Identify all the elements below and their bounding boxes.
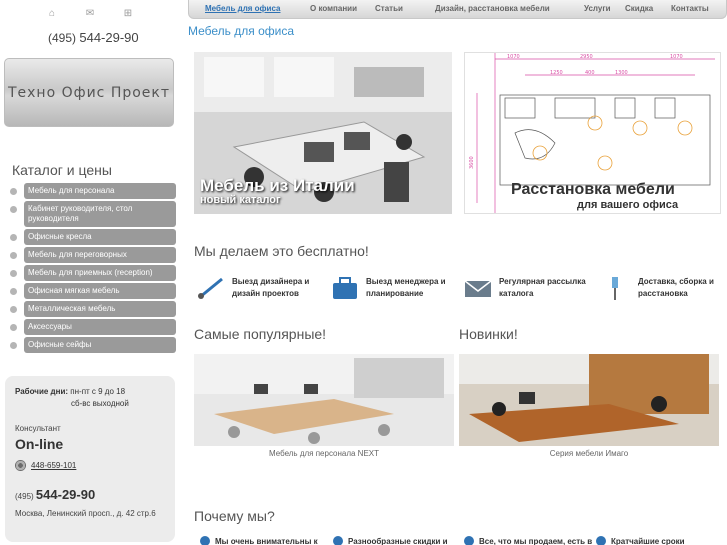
catalog-menu-item[interactable]: Офисная мягкая мебель xyxy=(10,283,176,299)
nav-design[interactable]: Дизайн, расстановка мебели xyxy=(435,4,550,13)
plan-dimension: 2950 xyxy=(580,54,593,60)
service-mailing[interactable]: Регулярная рассылка каталога xyxy=(463,275,588,301)
bullet-icon xyxy=(10,206,17,213)
catalog-menu-item[interactable]: Аксессуары xyxy=(10,319,176,335)
plan-dimension: 400 xyxy=(585,70,595,76)
nav-articles[interactable]: Статьи xyxy=(375,4,403,13)
nav-about[interactable]: О компании xyxy=(310,4,357,13)
italy-catalog-banner[interactable]: Мебель из Италии новый каталог xyxy=(194,52,452,214)
top-icons: ⌂ ✉ ⊞ xyxy=(46,8,134,20)
novelties-caption: Серия мебели Имаго xyxy=(549,449,629,458)
nav-services[interactable]: Услуги xyxy=(584,4,611,13)
catalog-menu-item[interactable]: Мебель для переговорных xyxy=(10,247,176,263)
contact-info-box: Рабочие дни: пн-пт с 9 до 18 сб-вс выход… xyxy=(5,376,175,542)
screwdriver-icon xyxy=(612,277,618,300)
catalog-menu: Мебель для персонала Кабинет руководител… xyxy=(10,183,176,355)
icq-contact[interactable]: 448-659-101 xyxy=(15,460,76,471)
briefcase-icon xyxy=(333,277,357,299)
working-hours: Рабочие дни: пн-пт с 9 до 18 сб-вс выход… xyxy=(15,386,129,410)
popular-caption: Мебель для персонала NEXT xyxy=(268,449,380,458)
page-title: Мебель для офиса xyxy=(188,24,295,38)
catalog-menu-item[interactable]: Офисные кресла xyxy=(10,229,176,245)
phone-number: 544-29-90 xyxy=(79,30,139,45)
why-item: Мы очень внимательны к xyxy=(200,536,318,545)
bullet-icon xyxy=(10,270,17,277)
bullet-icon xyxy=(10,234,17,241)
banner-subtitle: новый каталог xyxy=(200,194,281,206)
catalog-menu-item[interactable]: Мебель для приемных (reception) xyxy=(10,265,176,281)
icq-flower-icon xyxy=(15,460,26,471)
plan-dimension: 1070 xyxy=(507,54,520,60)
icq-number[interactable]: 448-659-101 xyxy=(31,461,76,470)
popular-photo[interactable] xyxy=(194,354,454,446)
service-designer[interactable]: Выезд дизайнера и дизайн проектов xyxy=(196,275,321,301)
catalog-menu-item[interactable]: Кабинет руководителя, стол руководителя xyxy=(10,201,176,227)
imago-furniture-image xyxy=(459,354,719,446)
plan-dimension: 3600 xyxy=(469,156,475,169)
company-logo[interactable]: Техно Офис Проект xyxy=(4,58,174,127)
office-workstations-image xyxy=(194,354,454,446)
free-services-heading: Мы делаем это бесплатно! xyxy=(194,243,369,259)
why-item: Все, что мы продаем, есть в xyxy=(464,536,592,545)
why-us-heading: Почему мы? xyxy=(194,508,275,524)
catalog-menu-item[interactable]: Металлическая мебель xyxy=(10,301,176,317)
phone-number: 544-29-90 xyxy=(35,487,96,502)
address: Москва, Ленинский просп., д. 42 стр.6 xyxy=(15,509,156,518)
why-item: Кратчайшие сроки xyxy=(596,536,685,545)
sidebar: ⌂ ✉ ⊞ (495) 544-29-90 Техно Офис Проект … xyxy=(0,0,182,545)
novelties-photo[interactable] xyxy=(459,354,719,446)
why-item: Разнообразные скидки и xyxy=(333,536,448,545)
check-icon xyxy=(333,536,343,545)
catalog-menu-item[interactable]: Мебель для персонала xyxy=(10,183,176,199)
contact-phone: (495) 544-29-90 xyxy=(15,487,95,502)
nav-contacts[interactable]: Контакты xyxy=(671,4,709,13)
phone-prefix: (495) xyxy=(15,492,34,501)
service-label: Выезд дизайнера и дизайн проектов xyxy=(232,277,310,298)
brush-icon xyxy=(198,277,223,299)
plan-dimension: 1300 xyxy=(615,70,628,76)
plan-dimension: 1070 xyxy=(670,54,683,60)
online-label: On-line xyxy=(15,436,64,452)
envelope-icon xyxy=(464,280,492,297)
top-navigation: Мебель для офиса О компании Статьи Дизай… xyxy=(188,0,727,19)
sitemap-icon[interactable]: ⊞ xyxy=(122,8,134,20)
banner-title: Расстановка мебели xyxy=(511,181,675,198)
home-icon[interactable]: ⌂ xyxy=(46,8,58,20)
logo-text: Техно Офис Проект xyxy=(7,84,171,101)
bullet-icon xyxy=(10,324,17,331)
service-label: Выезд менеджера и планирование xyxy=(366,277,446,298)
bullet-icon xyxy=(10,342,17,349)
catalog-menu-item[interactable]: Офисные сейфы xyxy=(10,337,176,353)
banner-subtitle: для вашего офиса xyxy=(577,199,679,211)
popular-heading: Самые популярные! xyxy=(194,326,327,342)
bullet-icon xyxy=(10,306,17,313)
consultant-label: Консультант xyxy=(15,424,61,433)
plan-dimension: 1250 xyxy=(550,70,563,76)
nav-office-furniture[interactable]: Мебель для офиса xyxy=(205,4,280,13)
phone-prefix: (495) xyxy=(48,31,77,45)
bullet-icon xyxy=(10,188,17,195)
hours-weekdays: пн-пт с 9 до 18 xyxy=(70,387,126,396)
hours-label: Рабочие дни: xyxy=(15,387,69,396)
mail-icon[interactable]: ✉ xyxy=(84,8,96,20)
banner-title: Мебель из Италии xyxy=(200,176,355,195)
hours-weekend: сб-вс выходной xyxy=(71,399,129,408)
service-label: Регулярная рассылка каталога xyxy=(499,277,586,298)
check-icon xyxy=(596,536,606,545)
service-delivery[interactable]: Доставка, сборка и расстановка xyxy=(602,275,727,301)
nav-discount[interactable]: Скидка xyxy=(625,4,653,13)
novelties-heading: Новинки! xyxy=(459,326,518,342)
service-manager[interactable]: Выезд менеджера и планирование xyxy=(330,275,455,301)
furniture-layout-banner[interactable]: 1070 2950 1070 1250 400 1300 3600 Расста… xyxy=(464,52,721,214)
bullet-icon xyxy=(10,288,17,295)
check-icon xyxy=(200,536,210,545)
service-label: Доставка, сборка и расстановка xyxy=(638,277,714,298)
check-icon xyxy=(464,536,474,545)
catalog-title: Каталог и цены xyxy=(12,162,112,178)
bullet-icon xyxy=(10,252,17,259)
header-phone: (495) 544-29-90 xyxy=(48,30,139,45)
